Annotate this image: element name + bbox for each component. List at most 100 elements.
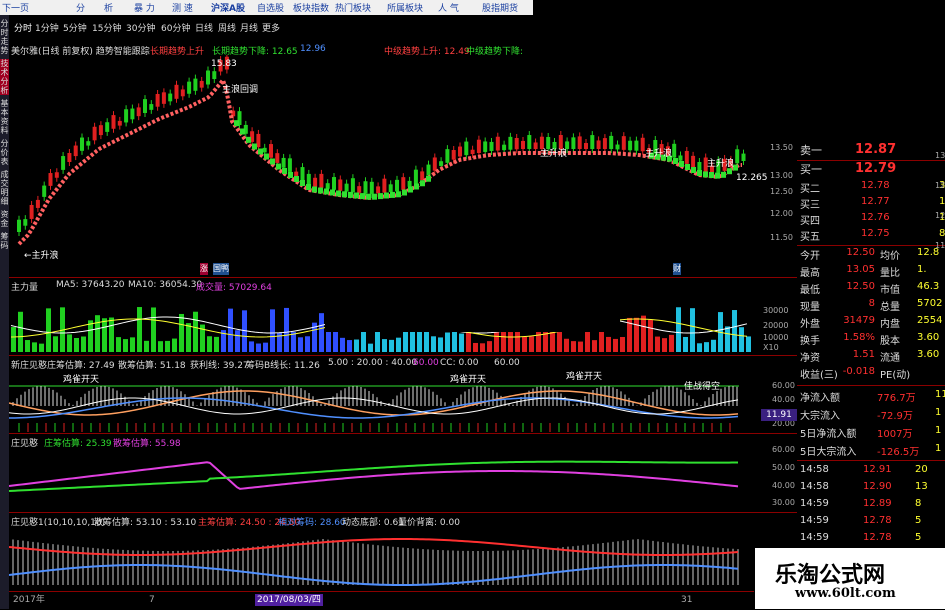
green-trend-block <box>294 176 299 182</box>
tab-period-30m[interactable]: 30分钟 <box>126 21 155 34</box>
candle <box>117 120 122 126</box>
side-price-axis-label: 11.50 <box>935 241 945 250</box>
sidebar-item-funds[interactable]: 资金 <box>0 210 9 228</box>
candle <box>357 186 362 193</box>
stat-value: 12.50 <box>846 281 875 292</box>
candle <box>344 183 349 192</box>
tab-period-60m[interactable]: 60分钟 <box>161 21 190 34</box>
candle <box>376 186 381 194</box>
volume-bar <box>130 337 135 352</box>
tab-period-month[interactable]: 月线 <box>240 21 258 34</box>
flow-value-2: 1 <box>935 443 942 454</box>
volume-bar <box>207 336 212 352</box>
stat-value: 1.51 <box>852 349 875 360</box>
volume-bar <box>648 319 653 352</box>
flow-value-2: 1 <box>935 425 942 436</box>
toolbar-item-baoli[interactable]: 暴 力 <box>134 1 155 14</box>
candle <box>533 142 538 149</box>
candle <box>98 125 103 136</box>
toolbar-item-cesu[interactable]: 测 速 <box>172 1 193 14</box>
volume-bar <box>396 337 401 352</box>
buy-level-row: 买四 12.76 1 <box>797 212 945 227</box>
volume-bar <box>284 307 289 352</box>
volume-bar <box>67 334 72 352</box>
tick-price: 12.89 <box>863 498 892 509</box>
volume-bar <box>53 336 58 352</box>
toolbar-item-fen[interactable]: 分 <box>76 1 85 14</box>
toolbar-item-futures[interactable]: 股指期货 <box>482 1 518 14</box>
tab-period-timeline[interactable]: 分时 <box>14 21 32 34</box>
fund-flow-row: 净流入额 776.7万 11 <box>797 389 945 404</box>
toolbar-item-popularity[interactable]: 人 气 <box>438 1 459 14</box>
toolbar-item-next-page[interactable]: 下一页 <box>2 1 29 14</box>
candle <box>212 71 217 80</box>
candle <box>275 153 280 163</box>
tab-period-day[interactable]: 日线 <box>195 21 213 34</box>
date-right: 31 <box>681 595 693 605</box>
candlestick-chart[interactable] <box>9 55 797 277</box>
volume-bar <box>39 343 44 352</box>
candle <box>691 155 696 168</box>
volume-bar <box>144 340 149 352</box>
sidebar-item-trades[interactable]: 成交明细 <box>0 170 9 206</box>
indicator1-g: CC: 0.00 <box>440 358 479 368</box>
stat-label: 净资 <box>800 353 820 364</box>
tab-period-15m[interactable]: 15分钟 <box>92 21 121 34</box>
green-trend-block <box>426 175 431 182</box>
volume-bar <box>382 339 387 352</box>
indicator1-chart[interactable] <box>9 368 769 433</box>
candle <box>48 173 53 186</box>
volume-axis-20000: 20000 <box>763 321 789 330</box>
quote-stat-row: 外盘 31479 内盘 2554 <box>797 315 945 330</box>
green-trend-block <box>336 190 341 197</box>
indicator2-chart[interactable] <box>9 446 769 510</box>
ind2-axis-50: 50.00 <box>772 463 795 472</box>
green-trend-block <box>234 120 239 127</box>
candle <box>439 161 444 166</box>
ind1-axis-60: 60.00 <box>772 381 795 390</box>
sidebar-item-tech[interactable]: 技术分析 <box>0 59 9 95</box>
flow-label: 大宗流入 <box>800 411 840 422</box>
green-trend-block <box>354 192 359 199</box>
green-trend-block <box>715 172 720 179</box>
toolbar-item-hot-sector[interactable]: 热门板块 <box>335 1 371 14</box>
candle <box>168 93 173 102</box>
volume-bar <box>431 336 436 352</box>
volume-bar <box>704 342 709 352</box>
sidebar-item-timeline[interactable]: 分时走势 <box>0 19 9 55</box>
green-trend-block <box>408 186 413 193</box>
candle <box>294 171 299 177</box>
date-axis: 2017年 7 2017/08/03/四 31 <box>9 591 754 610</box>
indicator3-chart[interactable] <box>9 525 754 589</box>
toolbar-item-hushen-a[interactable]: 沪深A股 <box>211 1 245 14</box>
candle <box>319 173 324 188</box>
tab-period-week[interactable]: 周线 <box>218 21 236 34</box>
tab-period-5m[interactable]: 5分钟 <box>63 21 87 34</box>
ind1-annotation-2: 鸡雀开天 <box>450 375 487 385</box>
ind1-annotation-3: 鸡雀开天 <box>566 372 603 382</box>
volume-bar <box>445 332 450 352</box>
tab-period-1m[interactable]: 1分钟 <box>35 21 59 34</box>
volume-bar <box>725 326 730 352</box>
toolbar-item-own-sector[interactable]: 所属板块 <box>387 1 423 14</box>
sidebar-item-price-table[interactable]: 分价表 <box>0 139 9 166</box>
date-mid: 7 <box>149 595 155 605</box>
toolbar-item-sector-index[interactable]: 板块指数 <box>293 1 329 14</box>
sidebar-item-chips[interactable]: 筹码 <box>0 232 9 250</box>
tab-period-more[interactable]: 更多 <box>262 21 280 34</box>
marker-finance: 财 <box>673 263 681 275</box>
sidebar-item-fundamentals[interactable]: 基本资料 <box>0 99 9 135</box>
stat-value-2: 46.3 <box>917 281 940 292</box>
candle <box>155 93 160 107</box>
toolbar-item-watchlist[interactable]: 自选股 <box>257 1 284 14</box>
buy-label: 买四 <box>800 216 820 227</box>
toolbar-item-xi[interactable]: 析 <box>104 1 113 14</box>
candle <box>464 141 469 156</box>
stat-label-2: 股本 <box>880 336 900 347</box>
flow-value: -126.5万 <box>877 447 920 458</box>
green-trend-block <box>402 189 407 196</box>
tick-row: 14:59 12.89 8 <box>797 498 945 513</box>
candle <box>325 183 330 189</box>
quote-stat-row: 收益(三) -0.018 PE(动) <box>797 366 945 381</box>
volume-bar <box>501 329 506 352</box>
